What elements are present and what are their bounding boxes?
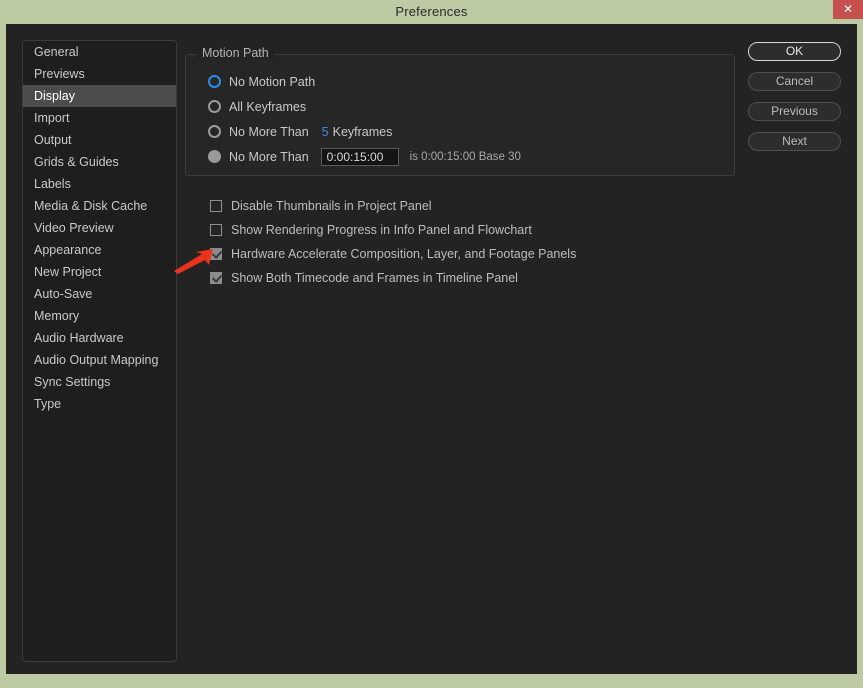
radio-button-icon[interactable]: [208, 150, 221, 163]
motion-path-option-0[interactable]: No Motion Path: [186, 69, 734, 94]
checkbox-icon[interactable]: [210, 200, 222, 212]
checkbox-icon[interactable]: [210, 272, 222, 284]
sidebar-item-video-preview[interactable]: Video Preview: [23, 217, 176, 239]
sidebar-item-type[interactable]: Type: [23, 393, 176, 415]
display-settings-panel: Motion Path No Motion Path All Keyframes N…: [185, 40, 735, 290]
sidebar-item-new-project[interactable]: New Project: [23, 261, 176, 283]
sidebar-item-auto-save[interactable]: Auto-Save: [23, 283, 176, 305]
checkbox-icon[interactable]: [210, 248, 222, 260]
sidebar-item-audio-hardware[interactable]: Audio Hardware: [23, 327, 176, 349]
motion-path-option-1[interactable]: All Keyframes: [186, 94, 734, 119]
motion-path-option-label: No More Than: [229, 124, 309, 139]
cancel-button[interactable]: Cancel: [748, 72, 841, 91]
dialog-button-group: OK Cancel Previous Next: [748, 42, 841, 162]
sidebar-item-appearance[interactable]: Appearance: [23, 239, 176, 261]
sidebar-item-memory[interactable]: Memory: [23, 305, 176, 327]
window-title: Preferences: [395, 4, 468, 19]
checkbox-row[interactable]: Hardware Accelerate Composition, Layer, …: [185, 242, 735, 266]
sidebar-item-output[interactable]: Output: [23, 129, 176, 151]
sidebar-item-sync-settings[interactable]: Sync Settings: [23, 371, 176, 393]
timecode-base-info: is 0:00:15:00 Base 30: [409, 150, 521, 163]
preferences-window: Preferences ✕ General Previews Display Impo…: [0, 0, 863, 688]
checkbox-label: Show Both Timecode and Frames in Timelin…: [231, 271, 518, 285]
sidebar-item-import[interactable]: Import: [23, 107, 176, 129]
previous-button[interactable]: Previous: [748, 102, 841, 121]
sidebar-item-previews[interactable]: Previews: [23, 63, 176, 85]
close-icon[interactable]: ✕: [833, 0, 863, 19]
checkbox-icon[interactable]: [210, 224, 222, 236]
display-options-list: Disable Thumbnails in Project Panel Show …: [185, 194, 735, 290]
next-button[interactable]: Next: [748, 132, 841, 151]
checkbox-row[interactable]: Show Rendering Progress in Info Panel an…: [185, 218, 735, 242]
timecode-input[interactable]: [320, 147, 399, 166]
checkbox-label: Show Rendering Progress in Info Panel an…: [231, 223, 532, 237]
checkbox-label: Hardware Accelerate Composition, Layer, …: [231, 247, 577, 261]
sidebar-item-labels[interactable]: Labels: [23, 173, 176, 195]
dialog-body: General Previews Display Import Output Grids …: [6, 24, 857, 674]
sidebar-item-display[interactable]: Display: [23, 85, 176, 107]
checkbox-row[interactable]: Disable Thumbnails in Project Panel: [185, 194, 735, 218]
radio-button-icon[interactable]: [208, 125, 221, 138]
radio-button-icon[interactable]: [208, 75, 221, 88]
motion-path-option-label: No Motion Path: [229, 74, 316, 89]
keyframe-count-unit: Keyframes: [332, 124, 393, 139]
checkbox-label: Disable Thumbnails in Project Panel: [231, 199, 432, 213]
title-bar: Preferences ✕: [0, 0, 863, 24]
keyframe-count-value[interactable]: 5: [322, 125, 329, 139]
sidebar-item-audio-output-mapping[interactable]: Audio Output Mapping: [23, 349, 176, 371]
motion-path-option-label: All Keyframes: [229, 99, 307, 114]
sidebar-item-media-disk-cache[interactable]: Media & Disk Cache: [23, 195, 176, 217]
ok-button[interactable]: OK: [748, 42, 841, 61]
preferences-category-list[interactable]: General Previews Display Import Output Grids …: [22, 40, 177, 662]
motion-path-option-2[interactable]: No More Than 5 Keyframes: [186, 119, 734, 144]
radio-button-icon[interactable]: [208, 100, 221, 113]
sidebar-item-general[interactable]: General: [23, 41, 176, 63]
checkbox-row[interactable]: Show Both Timecode and Frames in Timelin…: [185, 266, 735, 290]
motion-path-option-label: No More Than: [229, 149, 309, 164]
sidebar-item-grids-guides[interactable]: Grids & Guides: [23, 151, 176, 173]
motion-path-option-3[interactable]: No More Than is 0:00:15:00 Base 30: [186, 144, 734, 169]
motion-path-group: Motion Path No Motion Path All Keyframes N…: [185, 46, 735, 176]
motion-path-group-title: Motion Path: [197, 46, 274, 60]
